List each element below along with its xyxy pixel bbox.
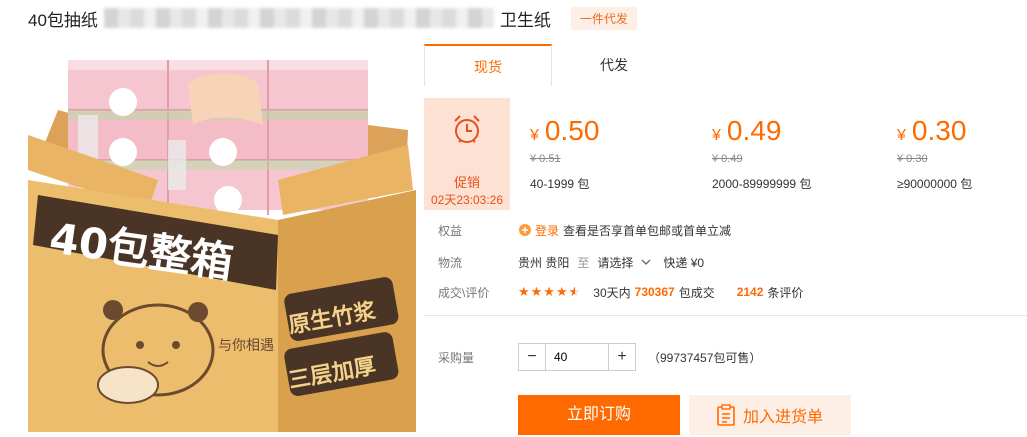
sales-count: 730367 bbox=[634, 285, 675, 299]
tier-original-price: ¥ 0.49 bbox=[712, 153, 743, 165]
review-unit: 条评价 bbox=[767, 285, 804, 300]
dropship-badge: 一件代发 bbox=[570, 6, 637, 30]
tissue-box-illustration: 40包整箱 原生竹浆 三层加厚 与你相遇 bbox=[28, 60, 416, 432]
purchase-mode-tabs: 现货 代发 bbox=[424, 44, 1027, 87]
reviews-row: 成交\评价 ★★★★★★ 30天内 730367 包成交 2142 条评价 bbox=[424, 282, 803, 302]
promo-label: 促销 bbox=[453, 175, 480, 190]
benefits-row: 权益 登录 查看是否享首单包邮或首单立减 bbox=[424, 220, 731, 240]
rating-stars[interactable]: ★★★★★★ bbox=[518, 284, 581, 300]
express-fee: 快递 ¥0 bbox=[663, 255, 705, 270]
tier-price: 0.49 bbox=[726, 115, 782, 146]
currency-symbol: ¥ bbox=[712, 127, 721, 144]
tier-quantity-range: 40-1999 包 bbox=[530, 177, 590, 191]
increase-button[interactable]: + bbox=[609, 344, 635, 370]
product-image[interactable]: 40包整箱 原生竹浆 三层加厚 与你相遇 bbox=[28, 40, 416, 432]
alarm-clock-icon bbox=[454, 115, 480, 143]
tab-in-stock[interactable]: 现货 bbox=[424, 44, 552, 87]
tier-quantity-range: 2000-89999999 包 bbox=[712, 177, 812, 191]
product-title: 40包抽纸 卫生纸 一件代发 bbox=[28, 4, 637, 32]
clipboard-icon bbox=[717, 404, 735, 426]
title-text-start: 40包抽纸 bbox=[28, 10, 98, 30]
tier-price: 0.50 bbox=[544, 115, 600, 146]
add-to-cart-label: 加入进货单 bbox=[742, 409, 823, 426]
tier-original-price: ¥ 0.51 bbox=[530, 153, 561, 165]
title-redacted-segment bbox=[103, 8, 494, 28]
review-count[interactable]: 2142 bbox=[737, 285, 764, 299]
decrease-button[interactable]: − bbox=[519, 344, 545, 370]
currency-symbol: ¥ bbox=[897, 127, 906, 144]
promo-countdown: 02天23:03:26 bbox=[430, 193, 504, 207]
quantity-input[interactable] bbox=[545, 344, 609, 370]
title-text-end: 卫生纸 bbox=[499, 10, 551, 30]
add-to-cart-button[interactable]: 加入进货单 bbox=[689, 395, 851, 435]
section-divider bbox=[424, 315, 1027, 316]
login-icon bbox=[519, 224, 531, 236]
login-link[interactable]: 登录 bbox=[535, 222, 559, 239]
reviews-label: 成交\评价 bbox=[438, 285, 490, 300]
tab-dropship[interactable]: 代发 bbox=[551, 44, 677, 86]
currency-symbol: ¥ bbox=[530, 127, 539, 144]
destination-select[interactable]: 请选择 bbox=[597, 254, 633, 271]
quantity-row: 采购量 − + （99737457包可售） bbox=[424, 343, 761, 371]
available-stock: （99737457包可售） bbox=[648, 350, 762, 365]
price-tier-1: ¥0.50 ¥ 0.51 40-1999 包 bbox=[530, 116, 599, 192]
price-tier-2: ¥0.49 ¥ 0.49 2000-89999999 包 bbox=[712, 116, 811, 192]
sales-period: 30天内 bbox=[593, 285, 631, 300]
ship-origin: 贵州 贵阳 bbox=[518, 255, 570, 270]
order-now-button[interactable]: 立即订购 bbox=[518, 395, 680, 435]
benefits-label: 权益 bbox=[438, 223, 463, 238]
price-panel: 促销 02天23:03:26 ¥0.50 ¥ 0.51 40-1999 包 ¥0… bbox=[424, 86, 1027, 210]
price-tier-3: ¥0.30 ¥ 0.30 ≥90000000 包 bbox=[897, 116, 972, 192]
quantity-label: 采购量 bbox=[438, 350, 475, 365]
handwriting-text: 与你相遇 bbox=[218, 338, 274, 354]
promo-box: 促销 02天23:03:26 bbox=[424, 98, 510, 210]
sales-unit: 包成交 bbox=[678, 285, 715, 300]
tier-quantity-range: ≥90000000 包 bbox=[897, 177, 973, 191]
tier-original-price: ¥ 0.30 bbox=[897, 153, 928, 165]
benefits-text: 查看是否享首单包邮或首单立减 bbox=[563, 223, 732, 238]
quantity-stepper: − + bbox=[518, 343, 636, 371]
tier-price: 0.30 bbox=[911, 115, 967, 146]
chevron-down-icon[interactable] bbox=[641, 258, 651, 266]
ship-to-label: 至 bbox=[577, 255, 590, 270]
logistics-row: 物流 贵州 贵阳 至 请选择 快递 ¥0 bbox=[424, 252, 704, 272]
logistics-label: 物流 bbox=[438, 255, 463, 270]
